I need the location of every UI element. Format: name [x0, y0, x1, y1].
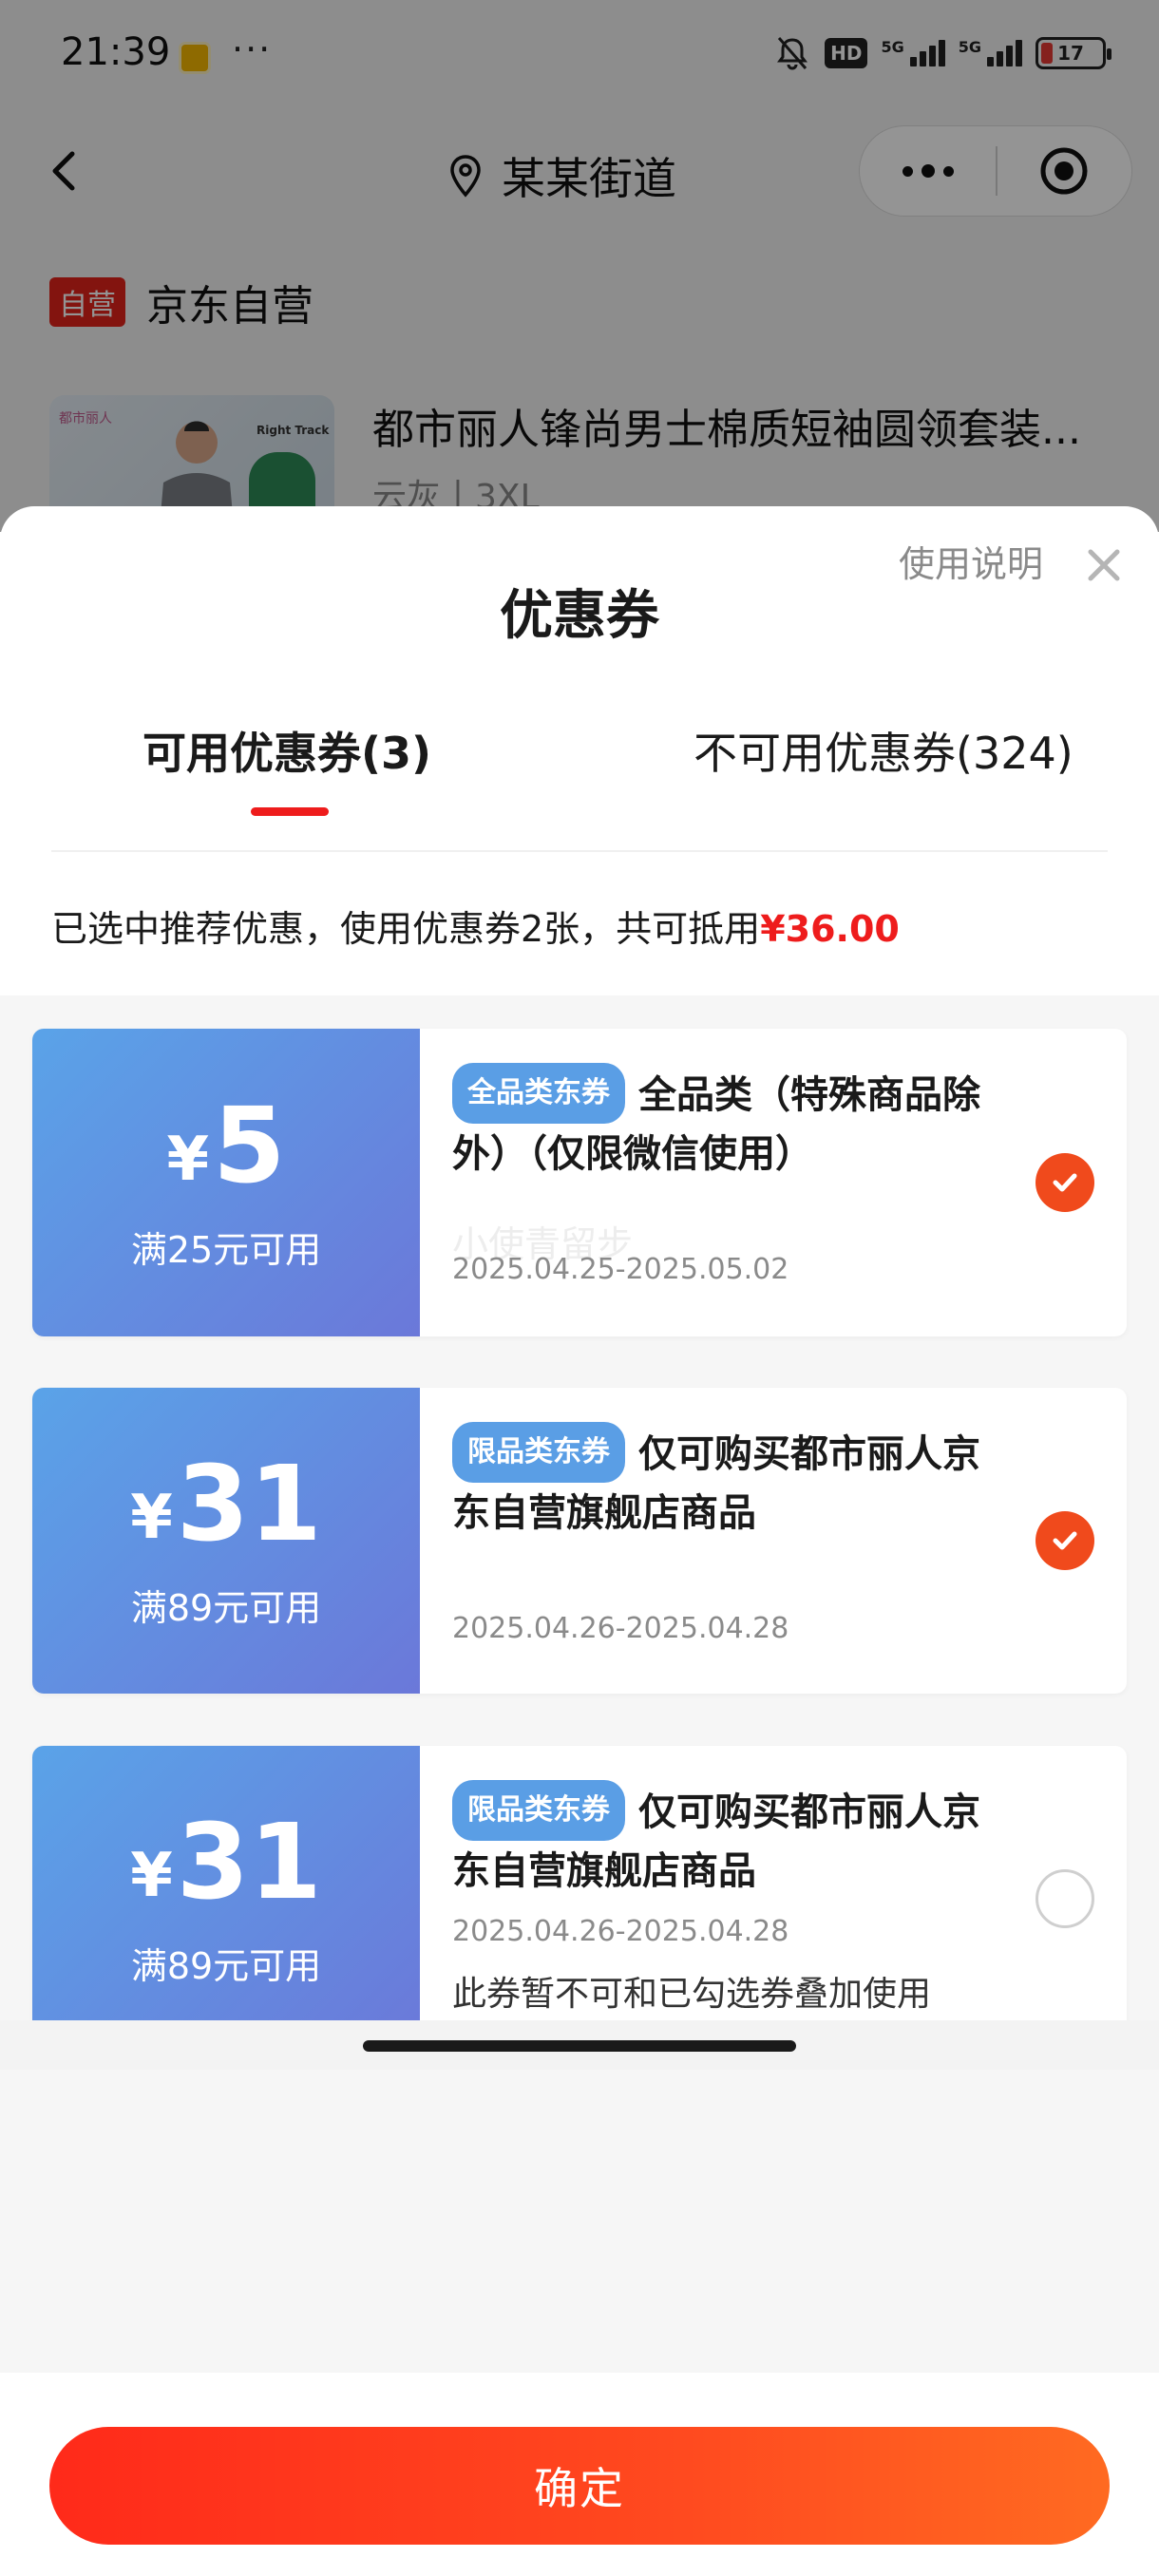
active-tab-indicator — [251, 807, 329, 816]
coupon-sheet: 优惠券 使用说明 可用优惠券(3) 不可用优惠券(324) 已选中推荐优惠，使用… — [0, 506, 1159, 2576]
usage-instructions-link[interactable]: 使用说明 — [899, 535, 1043, 587]
coupon-date: 2025.04.26-2025.04.28 — [452, 1915, 789, 1948]
coupon-list: ¥ 5 满25元可用 全品类东券 全品类（特殊商品除外）（仅限微信使用） 小使青留… — [0, 995, 1159, 2373]
home-indicator[interactable] — [363, 2040, 796, 2052]
sheet-footer: 确定 — [0, 2373, 1159, 2576]
divider — [51, 850, 1108, 852]
coupon-date: 2025.04.25-2025.05.02 — [452, 1253, 789, 1286]
coupon-value: 5 — [212, 1084, 286, 1206]
tab-available[interactable]: 可用优惠券(3) — [142, 719, 431, 782]
coupon-type-tag: 全品类东券 — [452, 1063, 625, 1124]
coupon-card[interactable]: ¥ 31 满89元可用 限品类东券 仅可购买都市丽人京东自营旗舰店商品 2025.… — [32, 1388, 1127, 1694]
coupon-card[interactable]: ¥ 31 满89元可用 限品类东券 仅可购买都市丽人京东自营旗舰店商品 2025.… — [32, 1746, 1127, 2052]
coupon-condition: 满89元可用 — [130, 1586, 322, 1629]
coupon-stack-note: 此券暂不可和已勾选券叠加使用 — [452, 1975, 932, 2014]
coupon-date: 2025.04.26-2025.04.28 — [452, 1612, 789, 1645]
coupon-info: 限品类东券 仅可购买都市丽人京东自营旗舰店商品 2025.04.26-2025.0… — [420, 1746, 1127, 2052]
checkbox-checked-icon[interactable] — [1036, 1511, 1094, 1570]
coupon-card[interactable]: ¥ 5 满25元可用 全品类东券 全品类（特殊商品除外）（仅限微信使用） 小使青留… — [32, 1029, 1127, 1336]
modal-overlay[interactable] — [0, 0, 1159, 532]
coupon-type-tag: 限品类东券 — [452, 1780, 625, 1841]
summary-amount: ¥36.00 — [760, 908, 900, 950]
coupon-value-panel: ¥ 31 满89元可用 — [32, 1388, 420, 1694]
coupon-condition: 满25元可用 — [130, 1228, 322, 1271]
coupon-type-tag: 限品类东券 — [452, 1422, 625, 1483]
coupon-info: 限品类东券 仅可购买都市丽人京东自营旗舰店商品 2025.04.26-2025.0… — [420, 1388, 1127, 1694]
checkbox-checked-icon[interactable] — [1036, 1153, 1094, 1212]
close-icon[interactable] — [1083, 544, 1125, 586]
coupon-tabs: 可用优惠券(3) 不可用优惠券(324) — [0, 719, 1159, 805]
confirm-button[interactable]: 确定 — [49, 2427, 1110, 2545]
selection-summary: 已选中推荐优惠，使用优惠券2张，共可抵用¥36.00 — [51, 900, 900, 952]
summary-text: 已选中推荐优惠，使用优惠券2张，共可抵用 — [51, 908, 761, 950]
coupon-condition: 满89元可用 — [130, 1944, 322, 1987]
coupon-value: 31 — [176, 1800, 322, 1923]
coupon-value-panel: ¥ 5 满25元可用 — [32, 1029, 420, 1336]
coupon-value-panel: ¥ 31 满89元可用 — [32, 1746, 420, 2052]
coupon-currency: ¥ — [130, 1840, 173, 1911]
background-page: 21:39 ··· HD 5G 5G 17 某某街道 自营 京东自营 都市丽人 … — [0, 0, 1159, 547]
tab-unavailable[interactable]: 不可用优惠券(324) — [694, 719, 1074, 782]
coupon-info: 全品类东券 全品类（特殊商品除外）（仅限微信使用） 小使青留步 2025.04.2… — [420, 1029, 1127, 1336]
checkbox-unchecked-icon[interactable] — [1036, 1869, 1094, 1928]
coupon-value: 31 — [176, 1442, 322, 1564]
coupon-currency: ¥ — [130, 1482, 173, 1553]
coupon-currency: ¥ — [166, 1124, 209, 1195]
